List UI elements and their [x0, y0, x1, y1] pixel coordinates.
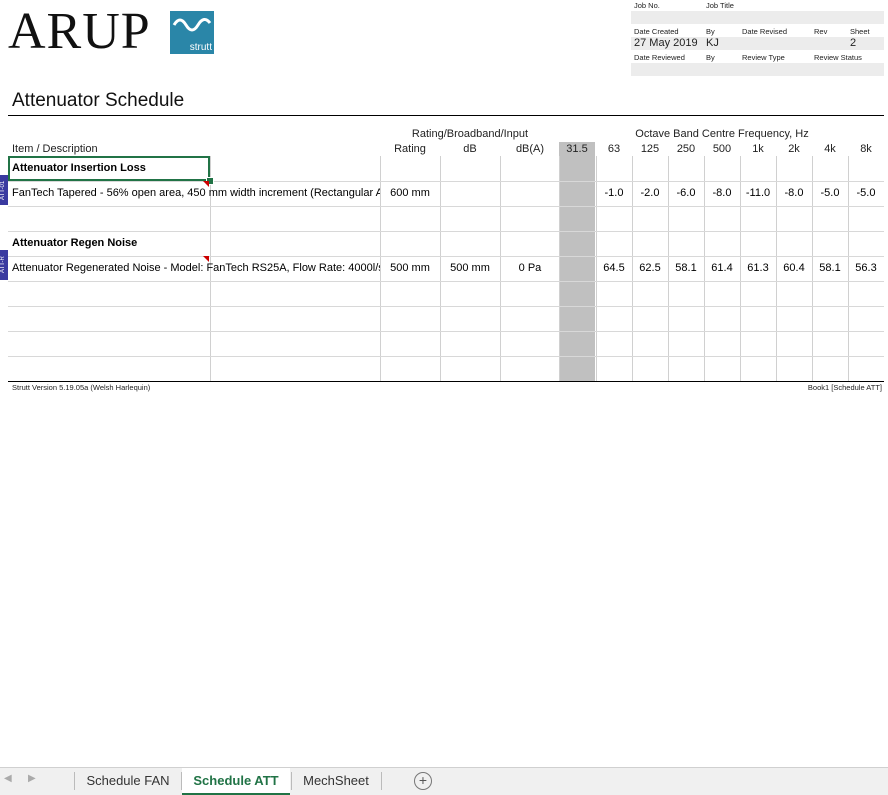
- tab-schedule-fan[interactable]: Schedule FAN: [76, 768, 180, 793]
- tab-separator: [74, 772, 75, 790]
- job-title-label: Job Title: [706, 1, 734, 10]
- band-header: 500: [712, 143, 732, 155]
- band-value-cell: 62.5: [639, 262, 661, 274]
- band-header: 2k: [788, 143, 800, 155]
- date-revised-label: Date Revised: [742, 27, 788, 36]
- item-desc-header: Item / Description: [12, 143, 98, 155]
- band-value-cell: -8.0: [784, 187, 804, 199]
- band-value-cell: 61.3: [747, 262, 769, 274]
- band-value-cell: -11.0: [745, 187, 771, 199]
- band-value-cell: 58.1: [675, 262, 697, 274]
- sheet-label: Sheet: [850, 27, 870, 36]
- rating-group-header: Rating/Broadband/Input: [411, 128, 529, 140]
- prev-sheet-icon[interactable]: ◀: [4, 773, 12, 784]
- band-value-cell: -6.0: [676, 187, 696, 199]
- tab-schedule-att[interactable]: Schedule ATT: [182, 768, 290, 795]
- job-info-field[interactable]: [631, 11, 884, 24]
- sheet-tab-bar: ◀ ▶ Schedule FAN Schedule ATT MechSheet …: [0, 767, 888, 795]
- row-description: Attenuator Regenerated Noise - Model: Fa…: [12, 262, 380, 274]
- rating-cell: 600 mm: [390, 187, 430, 199]
- rev-label: Rev: [814, 27, 828, 36]
- band-value-cell: -2.0: [640, 187, 660, 199]
- row-description: Attenuator Regen Noise: [12, 237, 138, 249]
- arup-wordmark: ARUP: [8, 3, 151, 60]
- row-tag: ATT-R: [0, 250, 8, 280]
- page-title: Attenuator Schedule: [12, 90, 185, 111]
- band-value-cell: 56.3: [855, 262, 877, 274]
- title-divider: [8, 115, 884, 116]
- date-created-label: Date Created: [634, 27, 679, 36]
- db-header: dB: [463, 143, 477, 155]
- table-row[interactable]: [8, 281, 884, 307]
- by-value: KJ: [706, 37, 719, 49]
- band-value-cell: 64.5: [603, 262, 625, 274]
- band-header: 1k: [752, 143, 764, 155]
- footer-divider: [8, 381, 884, 382]
- review-type-label: Review Type: [742, 53, 785, 62]
- next-sheet-icon[interactable]: ▶: [28, 773, 36, 784]
- by-label: By: [706, 27, 715, 36]
- band-header: 8k: [860, 143, 872, 155]
- band-value-cell: -5.0: [856, 187, 876, 199]
- strutt-logo: strutt: [170, 11, 214, 54]
- band-header: 125: [640, 143, 660, 155]
- band-value-cell: -5.0: [820, 187, 840, 199]
- review-status-label: Review Status: [814, 53, 862, 62]
- band-header: 63: [607, 143, 621, 155]
- row-description: FanTech Tapered - 56% open area, 450 mm …: [12, 187, 380, 199]
- table-row[interactable]: [8, 356, 884, 382]
- footer-version: Strutt Version 5.19.05a (Welsh Harlequin…: [12, 383, 151, 392]
- by2-label: By: [706, 53, 715, 62]
- table-row[interactable]: [8, 306, 884, 332]
- db-cell: 500 mm: [450, 262, 490, 274]
- dba-cell: 0 Pa: [518, 262, 542, 274]
- date-reviewed-label: Date Reviewed: [634, 53, 685, 62]
- add-sheet-icon[interactable]: +: [414, 772, 432, 790]
- band-header: 4k: [824, 143, 836, 155]
- band-value-cell: -1.0: [604, 187, 624, 199]
- tab-mechsheet[interactable]: MechSheet: [292, 768, 380, 793]
- band-value-cell: 58.1: [819, 262, 841, 274]
- table-row[interactable]: [8, 206, 884, 232]
- review-row-field[interactable]: [631, 63, 884, 76]
- tab-separator: [381, 772, 382, 790]
- rating-header: Rating: [394, 143, 426, 155]
- sheet-value: 2: [850, 37, 857, 49]
- strutt-label: strutt: [189, 42, 212, 53]
- job-no-label: Job No.: [634, 1, 660, 10]
- band-header: 31.5: [566, 143, 588, 155]
- band-value-cell: 61.4: [711, 262, 733, 274]
- dba-header: dB(A): [515, 143, 545, 155]
- band-header: 250: [676, 143, 696, 155]
- table-row[interactable]: [8, 331, 884, 357]
- band-value-cell: -8.0: [712, 187, 732, 199]
- row-description: Attenuator Insertion Loss: [12, 162, 146, 174]
- octave-group-header: Octave Band Centre Frequency, Hz: [635, 128, 809, 140]
- rating-cell: 500 mm: [390, 262, 430, 274]
- band-value-cell: 60.4: [783, 262, 805, 274]
- date-created-value: 27 May 2019: [634, 37, 698, 49]
- row-tag: ATT-01: [0, 175, 8, 205]
- footer-book: Book1 [Schedule ATT]: [807, 383, 882, 392]
